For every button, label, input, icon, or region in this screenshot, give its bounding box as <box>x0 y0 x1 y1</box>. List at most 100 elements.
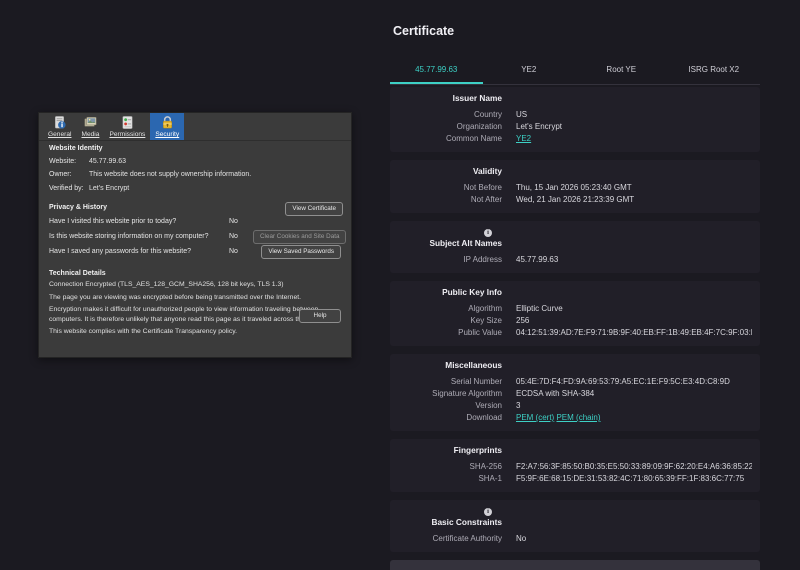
sha1-label: SHA-1 <box>478 474 502 483</box>
privacy-row-cookies: Is this website storing information on m… <box>49 229 347 244</box>
organization-label: Organization <box>456 122 502 131</box>
key-size-value: 256 <box>516 316 530 325</box>
privacy-row-visited: Have I visited this website prior to tod… <box>49 214 341 229</box>
clear-cookies-button[interactable]: Clear Cookies and Site Data <box>253 229 347 244</box>
cert-tab-intermediate[interactable]: YE2 <box>483 57 576 84</box>
owner-label: Owner: <box>49 171 72 178</box>
not-after-label: Not After <box>470 195 502 204</box>
sha256-value: F2:A7:56:3F:85:50:B0:35:E5:50:33:89:09:9… <box>516 462 752 471</box>
country-label: Country <box>473 110 502 119</box>
version-label: Version <box>475 401 502 410</box>
view-saved-passwords-button[interactable]: View Saved Passwords <box>261 244 341 259</box>
identity-row-website: Website: 45.77.99.63 <box>49 155 341 168</box>
next-section-partial <box>390 560 760 570</box>
ip-address-label: IP Address <box>463 255 502 264</box>
basic-constraints-heading: Basic Constraints <box>431 517 502 527</box>
public-value-label: Public Value <box>458 328 502 337</box>
cookies-answer: No <box>229 233 238 240</box>
media-image-icon <box>84 117 97 127</box>
algorithm-value: Elliptic Curve <box>516 304 563 313</box>
validity-heading: Validity <box>472 166 502 176</box>
country-value: US <box>516 110 528 119</box>
website-value: 45.77.99.63 <box>89 158 126 165</box>
tab-media[interactable]: Media <box>76 113 104 140</box>
cert-tab-isrg-root-x2[interactable]: ISRG Root X2 <box>668 57 761 84</box>
section-issuer-name: Issuer Name Country US Organization Let'… <box>390 87 760 152</box>
identity-row-owner: Owner: This website does not supply owne… <box>49 168 341 181</box>
not-before-value: Thu, 15 Jan 2026 05:23:40 GMT <box>516 183 632 192</box>
signature-algorithm-value: ECDSA with SHA-384 <box>516 389 595 398</box>
key-size-label: Key Size <box>470 316 502 325</box>
tab-general-label: General <box>48 131 72 138</box>
page-info-tab-bar: General Media Permissions Security <box>39 113 351 141</box>
section-fingerprints: Fingerprints SHA-256 F2:A7:56:3F:85:50:B… <box>390 439 760 492</box>
cert-tab-root[interactable]: Root YE <box>575 57 668 84</box>
technical-details-heading: Technical Details <box>49 270 106 277</box>
security-tab-content: Website Identity Website: 45.77.99.63 Ow… <box>39 141 351 337</box>
tab-security[interactable]: Security <box>150 113 185 140</box>
passwords-question: Have I saved any passwords for this webs… <box>49 248 192 255</box>
website-identity-heading: Website Identity <box>49 145 103 152</box>
certificate-page-title: Certificate <box>393 24 455 38</box>
tab-permissions-label: Permissions <box>109 131 146 138</box>
general-document-icon <box>55 116 66 129</box>
tab-general[interactable]: General <box>43 113 76 140</box>
download-label: Download <box>466 413 502 422</box>
public-value-value: 04:12:51:39:AD:7E:F9:71:9B:9F:40:EB:FF:1… <box>516 328 752 337</box>
not-before-label: Not Before <box>463 183 502 192</box>
public-key-info-heading: Public Key Info <box>442 287 502 297</box>
tech-encrypted-line: The page you are viewing was encrypted b… <box>49 293 302 301</box>
section-basic-constraints: i Basic Constraints Certificate Authorit… <box>390 500 760 552</box>
version-value: 3 <box>516 401 521 410</box>
common-name-link[interactable]: YE2 <box>516 134 531 143</box>
signature-algorithm-label: Signature Algorithm <box>432 389 502 398</box>
section-subject-alt-names: i Subject Alt Names IP Address 45.77.99.… <box>390 221 760 273</box>
common-name-label: Common Name <box>445 134 502 143</box>
tech-connection-line: Connection Encrypted (TLS_AES_128_GCM_SH… <box>49 281 284 288</box>
passwords-answer: No <box>229 248 238 255</box>
sha256-label: SHA-256 <box>469 462 502 471</box>
section-miscellaneous: Miscellaneous Serial Number 05:4E:7D:F4:… <box>390 354 760 431</box>
website-label: Website: <box>49 158 77 165</box>
privacy-row-passwords: Have I saved any passwords for this webs… <box>49 244 341 259</box>
algorithm-label: Algorithm <box>468 304 502 313</box>
certificate-authority-label: Certificate Authority <box>432 534 502 543</box>
section-public-key-info: Public Key Info Algorithm Elliptic Curve… <box>390 281 760 346</box>
ip-address-value: 45.77.99.63 <box>516 255 559 264</box>
pem-cert-link[interactable]: PEM (cert) <box>516 413 554 422</box>
certificate-viewer: Certificate 45.77.99.63 YE2 Root YE ISRG… <box>390 0 760 570</box>
visited-answer: No <box>229 218 238 225</box>
owner-value: This website does not supply ownership i… <box>89 171 252 178</box>
visited-question: Have I visited this website prior to tod… <box>49 218 177 225</box>
serial-number-label: Serial Number <box>450 377 502 386</box>
info-icon[interactable]: i <box>484 508 492 516</box>
tab-permissions[interactable]: Permissions <box>104 113 150 140</box>
not-after-value: Wed, 21 Jan 2026 21:23:39 GMT <box>516 195 635 204</box>
tech-ct-policy-line: This website complies with the Certifica… <box>49 328 237 335</box>
info-icon[interactable]: i <box>484 229 492 237</box>
section-validity: Validity Not Before Thu, 15 Jan 2026 05:… <box>390 160 760 213</box>
certificate-authority-value: No <box>516 534 527 543</box>
subject-alt-names-heading: Subject Alt Names <box>429 238 502 248</box>
desktop: { "colors": { "page_bg": "#1b1a21", "car… <box>0 0 800 570</box>
fingerprints-heading: Fingerprints <box>453 445 502 455</box>
verified-by-label: Verified by: <box>49 185 84 192</box>
sha1-value: F5:9F:6E:68:15:DE:31:53:82:4C:71:80:65:3… <box>516 474 745 483</box>
view-certificate-button[interactable]: View Certificate <box>285 202 343 216</box>
help-button[interactable]: Help <box>299 309 341 323</box>
certificate-chain-tab-bar: 45.77.99.63 YE2 Root YE ISRG Root X2 <box>390 57 760 85</box>
cookies-question: Is this website storing information on m… <box>49 233 209 240</box>
technical-details-section: Technical Details Connection Encrypted (… <box>49 270 341 337</box>
pem-chain-link[interactable]: PEM (chain) <box>556 413 600 422</box>
serial-number-value: 05:4E:7D:F4:FD:9A:69:53:79:A5:EC:1E:F9:5… <box>516 377 730 386</box>
issuer-name-heading: Issuer Name <box>452 93 502 103</box>
security-lock-icon <box>162 116 172 129</box>
tab-media-label: Media <box>81 131 100 138</box>
miscellaneous-heading: Miscellaneous <box>445 360 502 370</box>
organization-value: Let's Encrypt <box>516 122 562 131</box>
identity-row-verified-by: Verified by: Let's Encrypt <box>49 182 341 195</box>
verified-by-value: Let's Encrypt <box>89 185 130 192</box>
tab-security-label: Security <box>155 131 180 138</box>
cert-tab-leaf[interactable]: 45.77.99.63 <box>390 57 483 84</box>
page-info-dialog: General Media Permissions Security Websi… <box>38 112 352 358</box>
